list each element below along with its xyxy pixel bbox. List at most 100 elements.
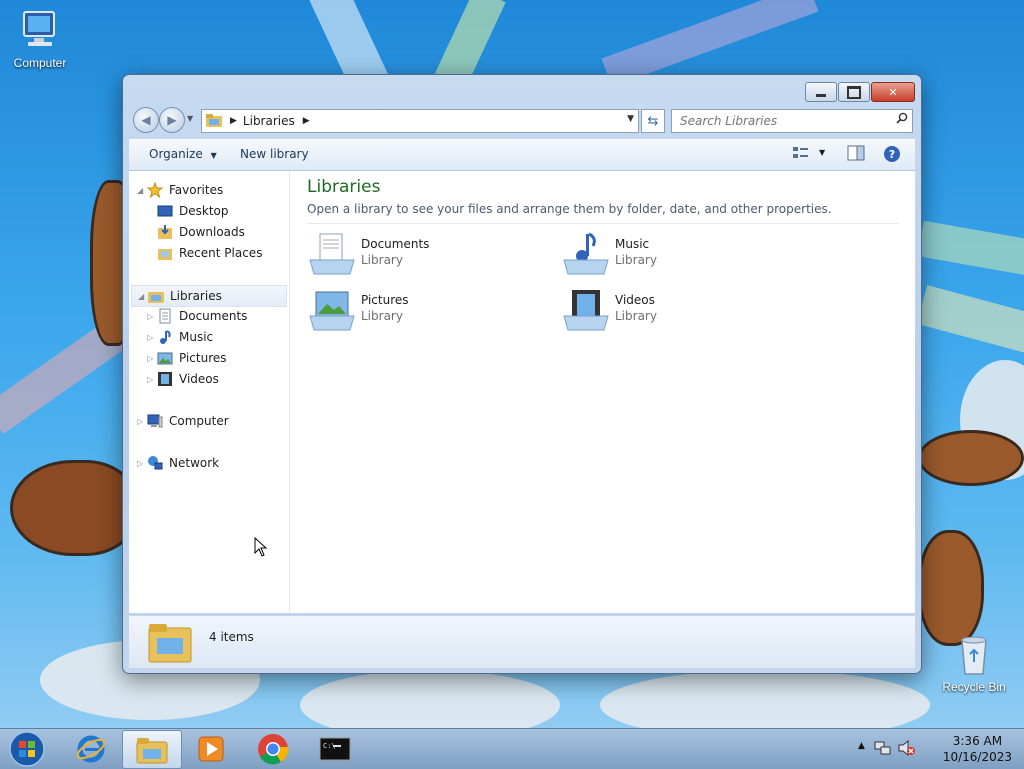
desktop-icon-recycle-bin[interactable]: Recycle Bin	[934, 632, 1014, 694]
library-item-music[interactable]: Music Library	[561, 231, 791, 279]
libraries-large-icon	[147, 620, 193, 667]
nav-computer[interactable]: ▷ Computer	[137, 411, 285, 431]
network-status-icon[interactable]	[874, 739, 892, 760]
start-button[interactable]	[0, 730, 54, 767]
nav-libraries[interactable]: ◢ Libraries	[131, 285, 287, 307]
nav-recent-places[interactable]: Recent Places	[157, 243, 285, 263]
nav-label: Pictures	[179, 351, 227, 365]
library-name: Documents	[361, 237, 430, 251]
details-pane: 4 items	[129, 615, 915, 668]
window-caption-buttons: ✕	[805, 82, 915, 102]
nav-network[interactable]: ▷ Network	[137, 453, 285, 473]
back-arrow-icon: ◀	[141, 113, 151, 127]
downloads-icon	[157, 224, 173, 240]
collapsed-arrow-icon[interactable]: ▷	[137, 417, 147, 426]
collapsed-arrow-icon[interactable]: ▷	[147, 312, 157, 321]
change-view-button[interactable]	[792, 145, 810, 164]
library-item-pictures[interactable]: Pictures Library	[307, 287, 537, 335]
preview-pane-icon	[847, 145, 865, 161]
forward-button[interactable]: ▶	[159, 107, 185, 133]
close-button[interactable]: ✕	[871, 82, 915, 102]
chrome-icon	[258, 733, 289, 764]
nav-videos[interactable]: ▷ Videos	[147, 369, 285, 389]
search-input[interactable]	[678, 110, 892, 132]
taskbar-command-prompt[interactable]: C:\	[306, 730, 364, 767]
taskbar: C:\ ▲ 3:36 AM 10/16/2023	[0, 728, 1024, 769]
recent-places-icon	[157, 245, 173, 261]
library-name: Pictures	[361, 293, 409, 307]
minimize-button[interactable]	[805, 82, 837, 102]
new-library-button[interactable]: New library	[240, 147, 309, 161]
wallpaper-turtle-head	[10, 460, 136, 556]
recycle-bin-icon	[956, 632, 992, 676]
nav-pictures[interactable]: ▷ Pictures	[147, 348, 285, 368]
computer-icon	[20, 10, 60, 52]
collapsed-arrow-icon[interactable]: ▷	[147, 354, 157, 363]
breadcrumb-separator-icon[interactable]: ▶	[230, 116, 237, 126]
videos-library-icon	[561, 287, 611, 335]
library-name: Music	[615, 237, 650, 251]
expand-arrow-icon[interactable]: ◢	[138, 292, 148, 301]
windows-logo-icon	[9, 730, 45, 767]
nav-label: Computer	[169, 414, 229, 428]
address-bar[interactable]: ▶ Libraries ▶ ▼	[201, 109, 639, 133]
view-dropdown-icon[interactable]: ▼	[819, 148, 825, 157]
library-name: Videos	[615, 293, 655, 307]
command-bar: Organize ▼ New library ▼ ?	[129, 139, 915, 171]
taskbar-internet-explorer[interactable]	[62, 730, 120, 767]
help-icon: ?	[884, 146, 900, 162]
internet-explorer-icon	[76, 735, 106, 762]
address-dropdown-icon[interactable]: ▼	[627, 114, 634, 124]
close-icon: ✕	[888, 85, 898, 99]
taskbar-media-player[interactable]	[182, 730, 240, 767]
explorer-content: ◢ Favorites Desktop Downloads Recent Pla…	[129, 171, 915, 613]
page-title: Libraries	[307, 177, 381, 197]
library-item-videos[interactable]: Videos Library	[561, 287, 791, 335]
nav-label: Desktop	[179, 204, 229, 218]
breadcrumb-libraries[interactable]: Libraries	[243, 114, 295, 128]
library-type: Library	[615, 309, 657, 323]
collapsed-arrow-icon[interactable]: ▷	[147, 333, 157, 342]
explorer-window: ✕ ◀ ▶ ▼ ▶ Libraries ▶ ▼ ⇆ Search Librari…	[122, 74, 922, 674]
collapsed-arrow-icon[interactable]: ▷	[147, 375, 157, 384]
nav-favorites[interactable]: ◢ Favorites	[137, 180, 285, 200]
divider	[307, 223, 899, 224]
back-button[interactable]: ◀	[133, 107, 159, 133]
breadcrumb-separator-icon[interactable]: ▶	[303, 116, 310, 126]
wallpaper-ray	[916, 285, 1024, 355]
volume-muted-icon[interactable]	[898, 739, 916, 760]
nav-label: Libraries	[170, 289, 222, 303]
preview-pane-button[interactable]	[847, 145, 865, 164]
clock[interactable]: 3:36 AM 10/16/2023	[943, 733, 1012, 765]
star-icon	[146, 181, 164, 199]
nav-desktop[interactable]: Desktop	[157, 201, 285, 221]
clock-time: 3:36 AM	[952, 734, 1003, 748]
recent-pages-dropdown[interactable]: ▼	[187, 114, 193, 123]
nav-downloads[interactable]: Downloads	[157, 222, 285, 242]
page-subtitle: Open a library to see your files and arr…	[307, 202, 832, 216]
help-button[interactable]: ?	[883, 145, 901, 166]
mouse-cursor-icon	[254, 536, 268, 560]
wallpaper-turtle-flipper	[918, 430, 1024, 486]
desktop-icon-label: Computer	[13, 56, 67, 70]
library-item-documents[interactable]: Documents Library	[307, 231, 537, 279]
collapsed-arrow-icon[interactable]: ▷	[137, 459, 147, 468]
view-options-icon	[793, 147, 808, 158]
taskbar-windows-explorer[interactable]	[122, 730, 182, 769]
maximize-button[interactable]	[838, 82, 870, 102]
nav-documents[interactable]: ▷ Documents	[147, 306, 285, 326]
libraries-folder-icon	[206, 113, 222, 130]
taskbar-chrome[interactable]	[244, 730, 302, 767]
folder-icon	[136, 737, 168, 763]
nav-label: Downloads	[179, 225, 245, 239]
expand-arrow-icon[interactable]: ◢	[137, 186, 147, 195]
desktop-icon-computer[interactable]: Computer	[0, 10, 80, 70]
organize-button[interactable]: Organize ▼	[149, 147, 217, 161]
nav-music[interactable]: ▷ Music	[147, 327, 285, 347]
show-hidden-icons-button[interactable]: ▲	[858, 741, 865, 751]
search-icon[interactable]	[896, 112, 908, 128]
refresh-button[interactable]: ⇆	[641, 109, 665, 133]
organize-label: Organize	[149, 147, 203, 161]
media-player-icon	[198, 736, 224, 761]
search-box[interactable]	[671, 109, 913, 133]
